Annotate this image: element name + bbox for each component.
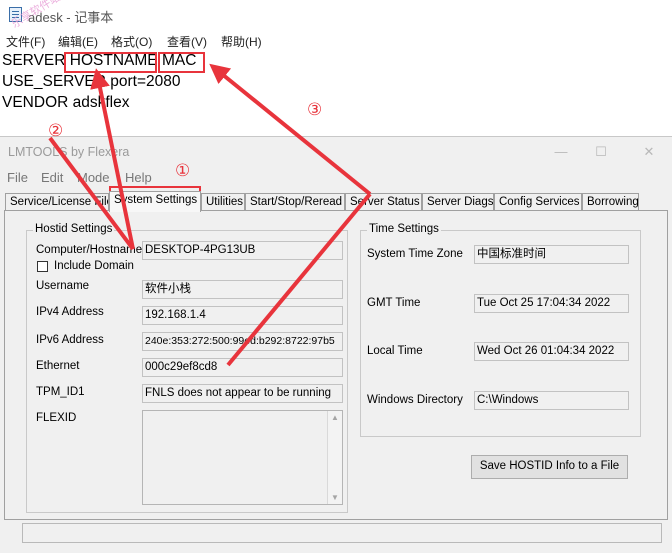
server-keyword: SERVER (2, 52, 70, 69)
tpm-id1-field[interactable]: FNLS does not appear to be running (142, 384, 343, 403)
include-domain-label: Include Domain (54, 260, 134, 272)
local-time-field[interactable]: Wed Oct 26 01:04:34 2022 (474, 342, 629, 361)
include-domain-checkbox[interactable] (37, 261, 48, 272)
annotation-step-1: ① (175, 161, 191, 180)
menu-file-lm[interactable]: File (7, 170, 28, 185)
username-label: Username (36, 280, 90, 292)
tab-config-services[interactable]: Config Services (494, 193, 582, 211)
annotation-step-2: ② (48, 121, 64, 140)
menu-edit[interactable]: 编辑(E) (58, 33, 98, 50)
computer-hostname-field[interactable]: DESKTOP-4PG13UB (142, 241, 343, 260)
windows-directory-field[interactable]: C:\Windows (474, 391, 629, 410)
menu-file[interactable]: 文件(F) (6, 33, 45, 50)
tab-strip: Service/License File System Settings Uti… (0, 191, 672, 212)
system-time-zone-label: System Time Zone (367, 248, 463, 260)
status-bar (22, 523, 662, 543)
lmtools-window-title: LMTOOLS by Flexera (8, 145, 130, 159)
time-settings-label: Time Settings (367, 223, 441, 235)
annotation-step-3: ③ (307, 100, 323, 119)
tab-server-status[interactable]: Server Status (345, 193, 422, 211)
windows-directory-label: Windows Directory (367, 394, 463, 406)
username-field[interactable]: 软件小栈 (142, 280, 343, 299)
notepad-menubar: 文件(F) 编辑(E) 格式(O) 查看(V) 帮助(H) (0, 30, 672, 52)
flexid-label: FLEXID (36, 412, 77, 424)
notepad-titlebar: adesk - 记事本 (0, 0, 672, 30)
local-time-label: Local Time (367, 345, 423, 357)
ipv4-label: IPv4 Address (36, 306, 104, 318)
gmt-time-label: GMT Time (367, 297, 421, 309)
flexid-listbox[interactable]: ▲ ▼ (142, 410, 343, 505)
mac-highlight (158, 52, 205, 73)
menu-help-lm[interactable]: Help (125, 170, 152, 185)
menu-view[interactable]: 查看(V) (167, 33, 207, 50)
ipv6-field[interactable]: 240e:353:272:500:99ed:b292:8722:97b5 (142, 332, 343, 351)
menu-mode-lm[interactable]: Mode (77, 170, 110, 185)
close-icon[interactable]: ✕ (634, 141, 664, 163)
maximize-icon[interactable]: ☐ (586, 141, 616, 163)
tab-server-diags[interactable]: Server Diags (422, 193, 494, 211)
system-settings-panel: Hostid Settings Computer/Hostname DESKTO… (4, 210, 668, 520)
notepad-line-2[interactable]: USE_SERVER port=2080 (2, 73, 181, 91)
ipv4-field[interactable]: 192.168.1.4 (142, 306, 343, 325)
hostid-settings-label: Hostid Settings (33, 223, 115, 235)
tab-system-settings[interactable]: System Settings (109, 191, 201, 212)
scroll-up-icon[interactable]: ▲ (331, 413, 339, 422)
menu-help[interactable]: 帮助(H) (221, 33, 262, 50)
tab-borrowing[interactable]: Borrowing (582, 193, 639, 211)
hostname-highlight (64, 52, 157, 73)
menu-edit-lm[interactable]: Edit (41, 170, 63, 185)
notepad-line-3[interactable]: VENDOR adskflex (2, 94, 129, 112)
lmtools-window: LMTOOLS by Flexera — ☐ ✕ File Edit Mode … (0, 136, 672, 553)
ethernet-field[interactable]: 000c29ef8cd8 (142, 358, 343, 377)
ipv6-label: IPv6 Address (36, 334, 104, 346)
computer-hostname-label: Computer/Hostname (36, 244, 143, 256)
gmt-time-field[interactable]: Tue Oct 25 17:04:34 2022 (474, 294, 629, 313)
menu-format[interactable]: 格式(O) (111, 33, 152, 50)
minimize-icon[interactable]: — (546, 141, 576, 163)
flexid-scrollbar[interactable]: ▲ ▼ (327, 411, 342, 504)
tab-utilities[interactable]: Utilities (201, 193, 245, 211)
system-time-zone-field[interactable]: 中国标准时间 (474, 245, 629, 264)
save-hostid-button[interactable]: Save HOSTID Info to a File (471, 455, 628, 479)
tab-start-stop-reread[interactable]: Start/Stop/Reread (245, 193, 345, 211)
tpm-id1-label: TPM_ID1 (36, 386, 85, 398)
scroll-down-icon[interactable]: ▼ (331, 493, 339, 502)
tab-service-license-file[interactable]: Service/License File (5, 193, 109, 211)
ethernet-label: Ethernet (36, 360, 80, 372)
